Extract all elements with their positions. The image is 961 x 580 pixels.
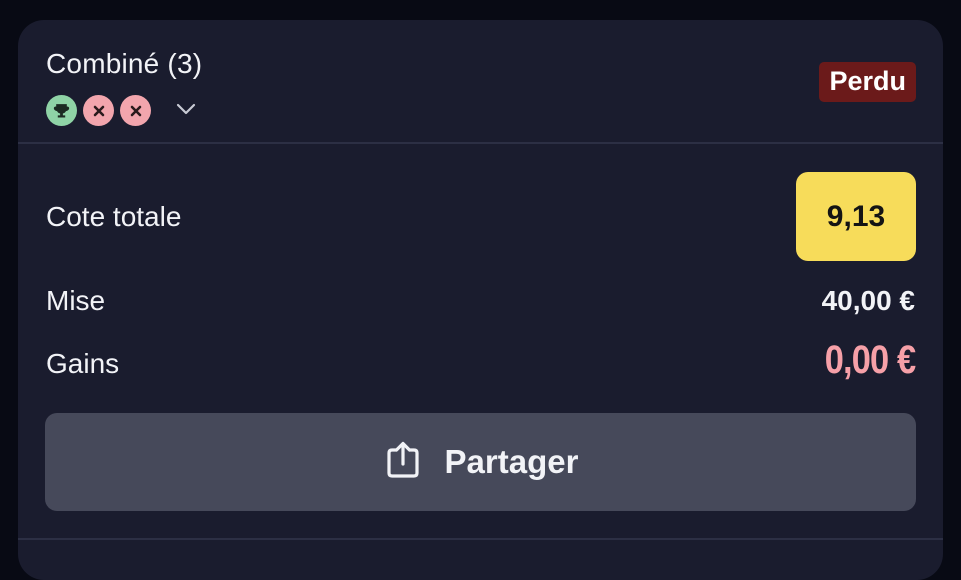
share-icon: [383, 440, 423, 485]
bet-card: Combiné (3) Perdu Cote totale 9,13 Mise …: [18, 20, 943, 580]
chevron-down-icon[interactable]: [175, 102, 197, 121]
stake-label: Mise: [46, 285, 106, 316]
close-icon: [83, 95, 114, 126]
leg-results[interactable]: [46, 95, 197, 126]
bet-header[interactable]: Combiné (3) Perdu: [18, 20, 943, 144]
bet-title: Combiné (3): [46, 48, 203, 79]
total-odds-label: Cote totale: [46, 201, 182, 232]
divider: [18, 538, 943, 540]
share-label: Partager: [444, 443, 579, 480]
trophy-icon: [46, 95, 77, 126]
winnings-value: 0,00 €: [824, 338, 916, 382]
close-icon: [120, 95, 151, 126]
share-button[interactable]: Partager: [45, 413, 916, 511]
winnings-label: Gains: [46, 348, 120, 379]
status-badge: Perdu: [819, 62, 916, 102]
total-odds-value: 9,13: [796, 172, 916, 261]
stake-value: 40,00 €: [821, 285, 915, 316]
